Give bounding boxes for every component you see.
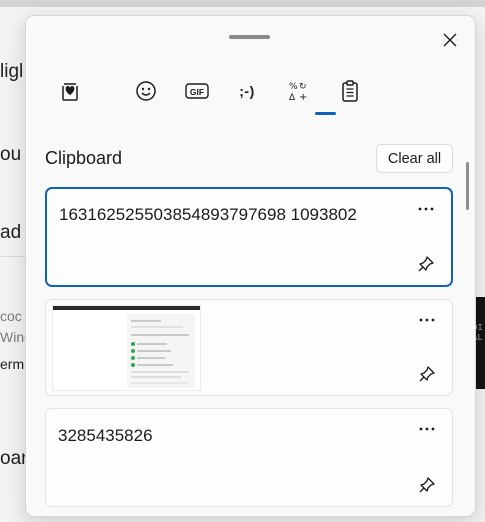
svg-text:%: % [289,82,298,92]
more-icon [419,318,435,322]
section-title: Clipboard [45,148,123,168]
pin-button[interactable] [415,253,437,275]
tab-clipboard[interactable] [330,74,370,108]
pin-icon [418,256,434,272]
background-small-text: erm [0,356,25,372]
pin-button[interactable] [416,363,438,385]
close-icon [443,33,457,47]
more-options-button[interactable] [415,200,437,218]
clipboard-item-text: 163162525503854893797698 1093802 [59,205,357,224]
background-small-text: coc [0,308,22,324]
tab-emoji[interactable] [126,74,166,108]
gif-label: GIF [190,87,204,97]
heart-icon [62,83,78,101]
close-button[interactable] [435,25,465,55]
more-icon [418,207,434,211]
background-divider [0,256,26,257]
symbols-icon: % ↻ Δ + [289,82,307,102]
pin-button[interactable] [416,474,438,496]
more-options-button[interactable] [416,311,438,329]
pin-icon [419,366,435,382]
clipboard-item[interactable] [45,299,453,396]
clipboard-image-thumbnail [52,305,201,391]
tab-symbols[interactable]: % ↻ Δ + [279,74,319,108]
background-top-bar [0,0,485,7]
svg-text:+: + [299,92,307,102]
scrollbar-thumb[interactable] [466,162,469,210]
clipboard-item[interactable]: 163162525503854893797698 1093802 [45,187,453,287]
more-options-button[interactable] [416,420,438,438]
smiley-icon [136,81,156,101]
tab-gif[interactable]: GIF [177,74,217,108]
tab-kaomoji[interactable]: ;-) [227,74,267,108]
clipboard-item-text: 3285435826 [58,426,153,445]
svg-text:Δ: Δ [289,93,296,102]
active-tab-indicator [315,112,336,115]
tab-kaomoji-favorites[interactable] [50,74,90,108]
more-icon [419,427,435,431]
background-text: ad [0,222,22,243]
background-text: ligl [0,61,24,82]
background-text: ou [0,144,22,165]
clipboard-panel: GIF ;-) % ↻ Δ + Clipboard Clear all 1631 [25,15,476,517]
svg-text:↻: ↻ [299,82,307,92]
pin-icon [419,477,435,493]
drag-handle[interactable] [229,35,270,39]
winking-face-icon: ;-) [239,83,255,99]
clipboard-icon [342,80,358,102]
clear-all-button[interactable]: Clear all [376,144,453,173]
gif-icon: GIF [185,83,209,99]
clipboard-item[interactable]: 3285435826 [45,408,453,507]
